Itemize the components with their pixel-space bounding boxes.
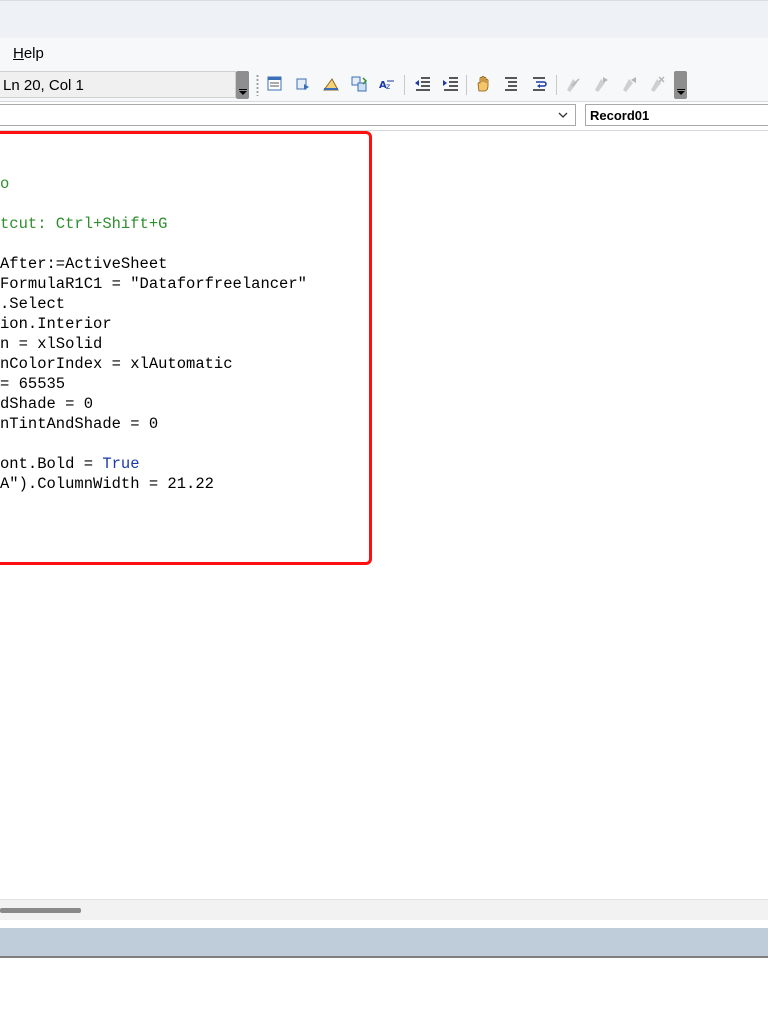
clear-bookmarks-icon <box>651 76 665 92</box>
red-highlight-box <box>0 131 372 565</box>
toolbox-icon <box>323 78 339 91</box>
standard-toolbar: Ln 20, Col 1 Az <box>0 68 768 102</box>
scrollbar-thumb[interactable] <box>0 908 81 913</box>
project-explorer-button[interactable] <box>348 73 370 95</box>
menu-bar: Help <box>0 38 768 68</box>
code-selector-row: Record01 <box>0 102 768 130</box>
next-bookmark-icon <box>595 77 608 92</box>
next-bookmark-button[interactable] <box>590 73 612 95</box>
outdent-button[interactable] <box>412 73 434 95</box>
toolbar-separator <box>466 75 467 95</box>
outdent-icon <box>415 77 430 91</box>
menu-help[interactable]: Help <box>13 45 44 62</box>
toolbar-options-grip[interactable] <box>674 71 687 99</box>
menu-help-label: elp <box>23 45 44 62</box>
cursor-position-box: Ln 20, Col 1 <box>0 71 236 98</box>
toolbar-drag-handle[interactable] <box>256 74 259 96</box>
properties-window-button[interactable] <box>264 73 286 95</box>
pane-gap <box>0 920 768 928</box>
quick-info-icon: Az <box>379 80 394 91</box>
toolbar-separator <box>404 75 405 95</box>
comment-block-icon <box>505 77 517 91</box>
procedure-dropdown[interactable]: Record01 <box>585 104 768 126</box>
object-browser-icon <box>296 78 309 90</box>
project-explorer-icon <box>351 76 368 92</box>
uncomment-block-icon <box>533 77 547 91</box>
svg-text:z: z <box>386 82 390 91</box>
hand-icon <box>477 75 489 92</box>
previous-bookmark-icon <box>623 77 636 92</box>
indent-button[interactable] <box>440 73 462 95</box>
previous-bookmark-button[interactable] <box>618 73 640 95</box>
immediate-window-title-bar[interactable] <box>0 928 768 958</box>
object-dropdown[interactable] <box>0 104 576 126</box>
cursor-position-text: Ln 20, Col 1 <box>3 77 84 94</box>
uncomment-block-button[interactable] <box>528 73 550 95</box>
indent-icon <box>443 77 458 91</box>
toolbox-button[interactable] <box>320 73 342 95</box>
comment-block-button[interactable] <box>500 73 522 95</box>
immediate-window-body[interactable] <box>0 958 768 1017</box>
window-title-bar <box>0 0 768 38</box>
toggle-bookmark-button[interactable] <box>562 73 584 95</box>
object-browser-button[interactable] <box>292 73 314 95</box>
toolbar-options-grip[interactable] <box>236 71 249 99</box>
procedure-dropdown-value: Record01 <box>590 108 650 123</box>
toolbar-separator <box>556 75 557 95</box>
chevron-down-icon <box>558 112 568 118</box>
quick-info-button[interactable]: Az <box>376 73 398 95</box>
clear-all-bookmarks-button[interactable] <box>646 73 668 95</box>
toggle-breakpoint-button[interactable] <box>472 73 494 95</box>
properties-window-icon <box>267 76 282 91</box>
bookmark-icon <box>567 78 580 92</box>
menu-help-accelerator: H <box>13 45 24 62</box>
horizontal-scrollbar[interactable] <box>0 899 768 920</box>
